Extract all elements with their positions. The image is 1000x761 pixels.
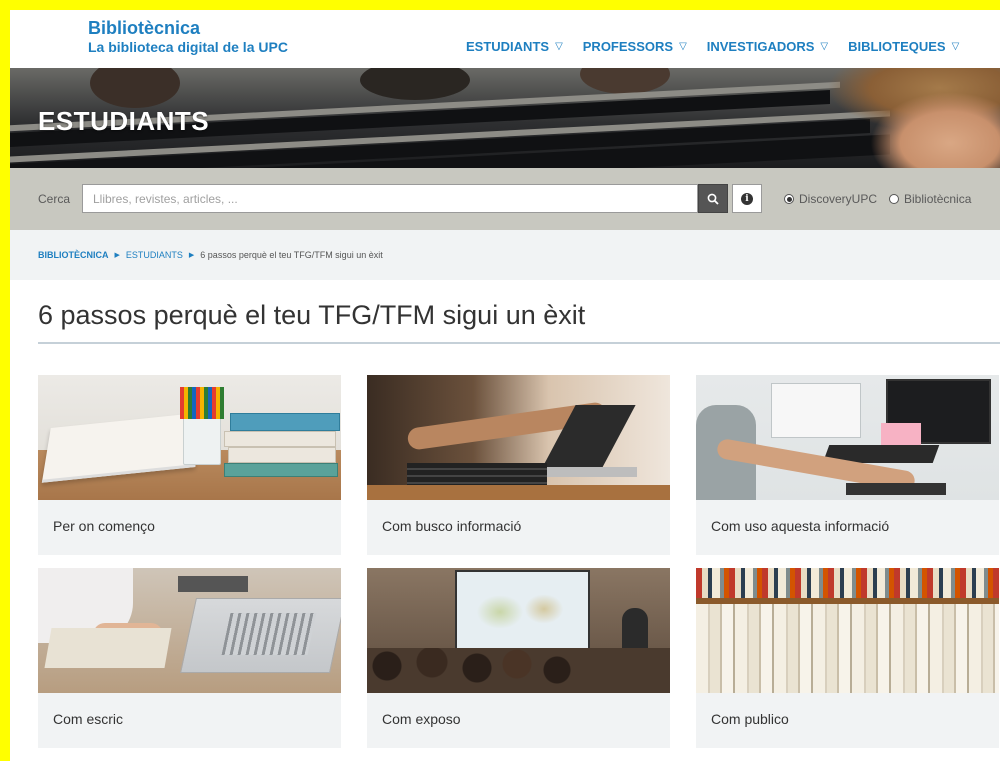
hero-photo-head xyxy=(360,68,470,100)
keyboard-graphic xyxy=(846,483,946,495)
search-button[interactable] xyxy=(698,184,728,213)
page-title: 6 passos perquè el teu TFG/TFM sigui un … xyxy=(38,300,586,330)
search-input[interactable] xyxy=(82,184,698,213)
hero-photo-head xyxy=(580,68,670,94)
hero-photo-student xyxy=(800,68,1000,168)
triangle-down-icon: ▽ xyxy=(820,41,829,52)
triangle-right-icon: ▶ xyxy=(188,252,195,259)
book-stack-graphic xyxy=(224,431,336,447)
pencil-cup-graphic xyxy=(183,415,221,465)
nav-item-label: PROFESSORS xyxy=(582,39,674,54)
card-label: Per on començo xyxy=(53,518,155,534)
keyboard-keys-graphic xyxy=(221,613,317,655)
breadcrumb-section[interactable]: ESTUDIANTS xyxy=(126,250,183,260)
breadcrumb-home[interactable]: BIBLIOTÈCNICA xyxy=(38,250,109,260)
calendar-graphic xyxy=(771,383,861,438)
book-stack-graphic xyxy=(224,463,338,477)
bottom-shelf-books-graphic xyxy=(696,604,999,693)
card-label: Com uso aquesta informació xyxy=(711,518,890,534)
hero-banner: ESTUDIANTS xyxy=(10,68,1000,168)
triangle-down-icon: ▽ xyxy=(679,41,687,52)
nav-item-label: BIBLIOTEQUES xyxy=(848,39,946,54)
notebook-graphic xyxy=(44,628,172,668)
table-graphic xyxy=(367,485,670,500)
nav-item-biblioteques[interactable]: BIBLIOTEQUES ▽ xyxy=(848,39,959,54)
phone-graphic xyxy=(178,576,248,592)
card-com-busco-informacio[interactable]: Com busco informació xyxy=(367,375,670,555)
triangle-right-icon: ▶ xyxy=(114,252,120,259)
nav-item-investigadors[interactable]: INVESTIGADORS ▽ xyxy=(707,39,828,54)
card-com-publico[interactable]: Com publico xyxy=(696,568,999,748)
nav-item-professors[interactable]: PROFESSORS ▽ xyxy=(583,39,687,54)
card-label: Com exposo xyxy=(382,711,461,727)
hero-photo-head xyxy=(90,68,180,108)
breadcrumb-current: 6 passos perquè el teu TFG/TFM sigui un … xyxy=(200,250,383,260)
card-label: Com publico xyxy=(711,711,789,727)
card-com-escric[interactable]: Com escric xyxy=(38,568,341,748)
title-divider xyxy=(38,342,1000,344)
info-button[interactable]: i xyxy=(732,184,762,213)
nav-item-label: INVESTIGADORS xyxy=(706,39,815,54)
nav-item-label: ESTUDIANTS xyxy=(466,39,550,54)
card-com-uso-aquesta-informacio[interactable]: Com uso aquesta informació xyxy=(696,375,999,555)
triangle-down-icon: ▽ xyxy=(555,41,563,52)
card-image-bookshelf xyxy=(696,568,999,693)
card-label: Com busco informació xyxy=(382,518,522,534)
card-image-writing xyxy=(38,568,341,693)
card-image-presentation xyxy=(367,568,670,693)
search-label: Cerca xyxy=(38,192,71,206)
main-nav: ESTUDIANTS ▽ PROFESSORS ▽ INVESTIGADORS … xyxy=(466,39,979,54)
card-per-on-comenco[interactable]: Per on començo xyxy=(38,375,341,555)
card-image-computer xyxy=(696,375,999,500)
radio-label-discoveryupc[interactable]: DiscoveryUPC xyxy=(799,192,877,206)
brand-tagline[interactable]: La biblioteca digital de la UPC xyxy=(88,38,288,56)
search-bar: Cerca i DiscoveryUPC Bibliotècnica xyxy=(10,168,1000,230)
search-icon xyxy=(707,193,719,205)
radio-label-bibliotecnica[interactable]: Bibliotècnica xyxy=(904,192,971,206)
audience-graphic xyxy=(367,648,670,693)
pencils-graphic xyxy=(180,387,224,419)
card-label: Com escric xyxy=(53,711,124,727)
card-image-laptop-research xyxy=(367,375,670,500)
radio-bibliotecnica[interactable] xyxy=(889,194,900,204)
top-shelf-books-graphic xyxy=(696,568,999,598)
breadcrumb: BIBLIOTÈCNICA ▶ ESTUDIANTS ▶ 6 passos pe… xyxy=(38,250,383,260)
nav-item-estudiants[interactable]: ESTUDIANTS ▽ xyxy=(466,39,563,54)
page-frame: Bibliotècnica La biblioteca digital de l… xyxy=(10,10,1000,761)
map-graphic xyxy=(467,582,577,642)
card-com-exposo[interactable]: Com exposo xyxy=(367,568,670,748)
search-source-radios: DiscoveryUPC Bibliotècnica xyxy=(784,192,983,206)
book-stack-graphic xyxy=(228,447,336,463)
brand-name[interactable]: Bibliotècnica xyxy=(88,18,288,38)
postits-graphic xyxy=(881,423,921,445)
site-logo[interactable]: Bibliotècnica La biblioteca digital de l… xyxy=(88,18,288,56)
book-stack-graphic xyxy=(230,413,340,431)
radio-discoveryupc[interactable] xyxy=(784,194,794,204)
card-image-books xyxy=(38,375,341,500)
site-header: Bibliotècnica La biblioteca digital de l… xyxy=(10,10,1000,68)
hero-title: ESTUDIANTS xyxy=(38,106,210,136)
open-book-graphic xyxy=(41,412,205,483)
breadcrumb-bar: BIBLIOTÈCNICA ▶ ESTUDIANTS ▶ 6 passos pe… xyxy=(10,230,1000,280)
triangle-down-icon: ▽ xyxy=(951,41,960,52)
info-icon: i xyxy=(741,192,753,205)
